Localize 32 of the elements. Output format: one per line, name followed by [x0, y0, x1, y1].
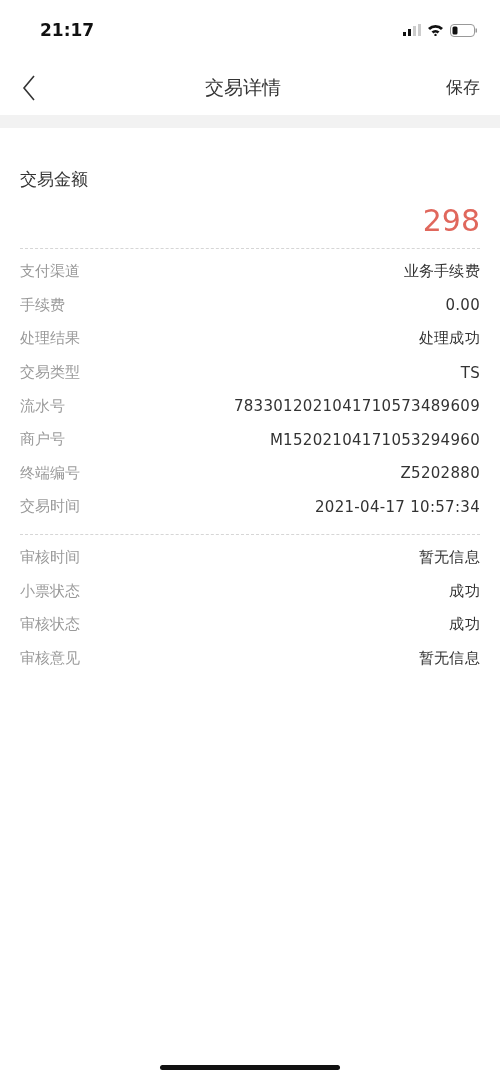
field-value: 处理成功 [418, 329, 480, 349]
field-label: 处理结果 [20, 329, 80, 349]
field-label: 审核状态 [20, 615, 80, 635]
field-label: 流水号 [20, 396, 65, 416]
field-value: 2021-04-17 10:57:34 [315, 497, 480, 516]
field-value: TS [460, 363, 480, 382]
field-label: 交易时间 [20, 497, 80, 517]
field-label: 审核时间 [20, 548, 80, 568]
amount-value: 298 [422, 203, 480, 238]
field-value: 业务手续费 [403, 262, 480, 282]
field-label: 手续费 [20, 295, 65, 315]
field-value: Z5202880 [400, 464, 480, 483]
field-value: 0.00 [445, 296, 480, 315]
field-value: M15202104171053294960 [269, 430, 480, 449]
wifi-icon [427, 24, 444, 36]
field-value: 暂无信息 [418, 548, 480, 568]
field-label: 商户号 [20, 430, 65, 450]
field-value: 暂无信息 [418, 648, 480, 668]
status-time: 21:17 [40, 20, 95, 40]
signal-icon [403, 24, 421, 36]
field-label: 审核意见 [20, 648, 80, 668]
field-label: 小票状态 [20, 581, 80, 601]
field-label: 支付渠道 [20, 262, 80, 282]
field-value: 7833012021041710573489609 [233, 397, 480, 416]
field-label: 终端编号 [20, 463, 80, 483]
save-button[interactable]: 保存 [446, 76, 480, 99]
battery-icon [450, 23, 478, 37]
amount-label: 交易金额 [20, 168, 88, 191]
page-title: 交易详情 [205, 74, 281, 100]
field-value: 成功 [449, 581, 480, 601]
field-label: 交易类型 [20, 363, 80, 383]
field-value: 成功 [449, 615, 480, 635]
